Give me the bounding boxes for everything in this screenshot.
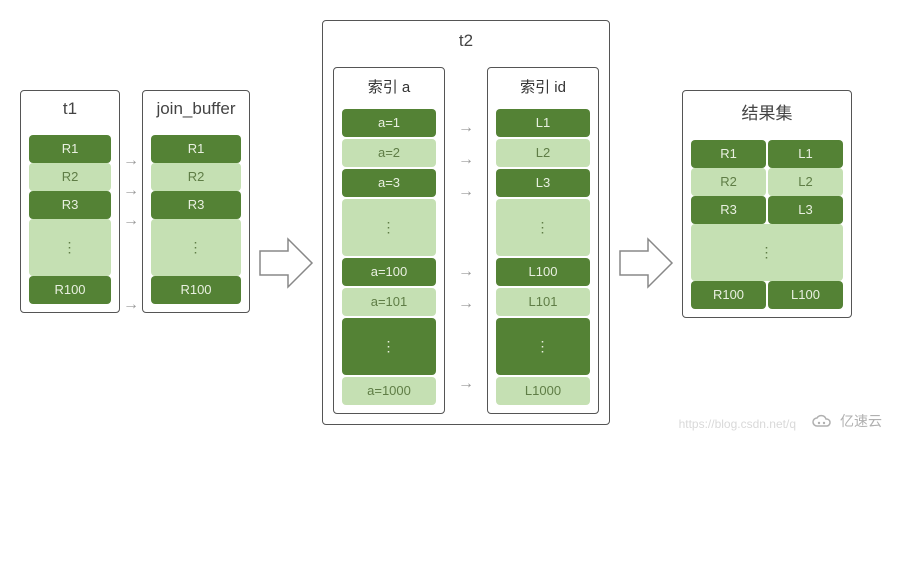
arrow-icon: → [458,369,474,399]
watermark-text: 亿速云 [840,411,882,431]
diagram-root: t1 R1 R2 R3 ⋮ R100 → → → → join_buffer R… [20,20,884,425]
index-a-gap: ⋮ [342,199,436,256]
t1-row: R100 [29,276,111,304]
result-r: R1 [691,140,766,168]
arrows-a-to-id: → → → → → → [455,113,477,399]
results-title: 结果集 [691,99,843,124]
t2-index-a-column: 索引 a a=1 a=2 a=3 ⋮ a=100 a=101 ⋮ a=1000 [333,67,445,414]
arrows-t1-to-buffer: → → → → [120,146,142,320]
buffer-row: R3 [151,191,241,219]
index-id-row: L3 [496,169,590,197]
index-id-gap: ⋮ [496,199,590,256]
t1-gap: ⋮ [29,219,111,276]
index-a-row: a=3 [342,169,436,197]
arrow-icon: → [123,290,139,320]
arrow-icon: → [458,145,474,175]
buffer-row: R1 [151,135,241,163]
cloud-icon [810,412,834,430]
results-wrap: 结果集 R1 L1 R2 L2 R3 L3 ⋮ R100 L100 [682,90,852,318]
result-l: L100 [768,281,843,309]
result-l: L2 [768,168,843,196]
index-id-row: L101 [496,288,590,316]
index-id-row: L1 [496,109,590,137]
result-row: R2 L2 [691,168,843,196]
buffer-gap: ⋮ [151,219,241,276]
result-row: R100 L100 [691,281,843,309]
panel-t1: t1 R1 R2 R3 ⋮ R100 [20,90,120,313]
big-arrow-icon [258,233,314,293]
arrow-icon: → [123,146,139,176]
result-row: R1 L1 [691,140,843,168]
t2-col-id-title: 索引 id [496,76,590,97]
t1-title: t1 [29,99,111,119]
t2-title: t2 [333,31,599,51]
arrow-icon: → [123,206,139,236]
index-a-row: a=1 [342,109,436,137]
arrow-icon: → [123,176,139,206]
watermark-brand: 亿速云 [810,411,882,431]
result-r: R100 [691,281,766,309]
index-a-row: a=100 [342,258,436,286]
big-arrow-icon [618,233,674,293]
panel-t2: t2 索引 a a=1 a=2 a=3 ⋮ a=100 a=101 ⋮ a=10… [322,20,610,425]
result-r: R3 [691,196,766,224]
index-a-gap: ⋮ [342,318,436,375]
index-id-row: L1000 [496,377,590,405]
t1-join-group: t1 R1 R2 R3 ⋮ R100 → → → → join_buffer R… [20,90,250,320]
result-l: L1 [768,140,843,168]
join-buffer-title: join_buffer [151,99,241,119]
index-id-gap: ⋮ [496,318,590,375]
arrow-icon: → [458,289,474,319]
arrow-icon: → [458,257,474,287]
buffer-row: R100 [151,276,241,304]
index-id-row: L100 [496,258,590,286]
buffer-row: R2 [151,163,241,191]
arrow-icon: → [458,113,474,143]
result-r: R2 [691,168,766,196]
t1-row: R2 [29,163,111,191]
t1-row: R1 [29,135,111,163]
t2-col-a-title: 索引 a [342,76,436,97]
result-row: R3 L3 [691,196,843,224]
arrow-icon: → [458,177,474,207]
result-l: L3 [768,196,843,224]
results-gap: ⋮ [691,224,843,281]
index-a-row: a=2 [342,139,436,167]
index-a-row: a=1000 [342,377,436,405]
t2-index-id-column: 索引 id L1 L2 L3 ⋮ L100 L101 ⋮ L1000 [487,67,599,414]
index-id-row: L2 [496,139,590,167]
panel-results: 结果集 R1 L1 R2 L2 R3 L3 ⋮ R100 L100 [682,90,852,318]
watermark-url: https://blog.csdn.net/q [679,417,796,431]
index-a-row: a=101 [342,288,436,316]
panel-join-buffer: join_buffer R1 R2 R3 ⋮ R100 [142,90,250,313]
t1-row: R3 [29,191,111,219]
